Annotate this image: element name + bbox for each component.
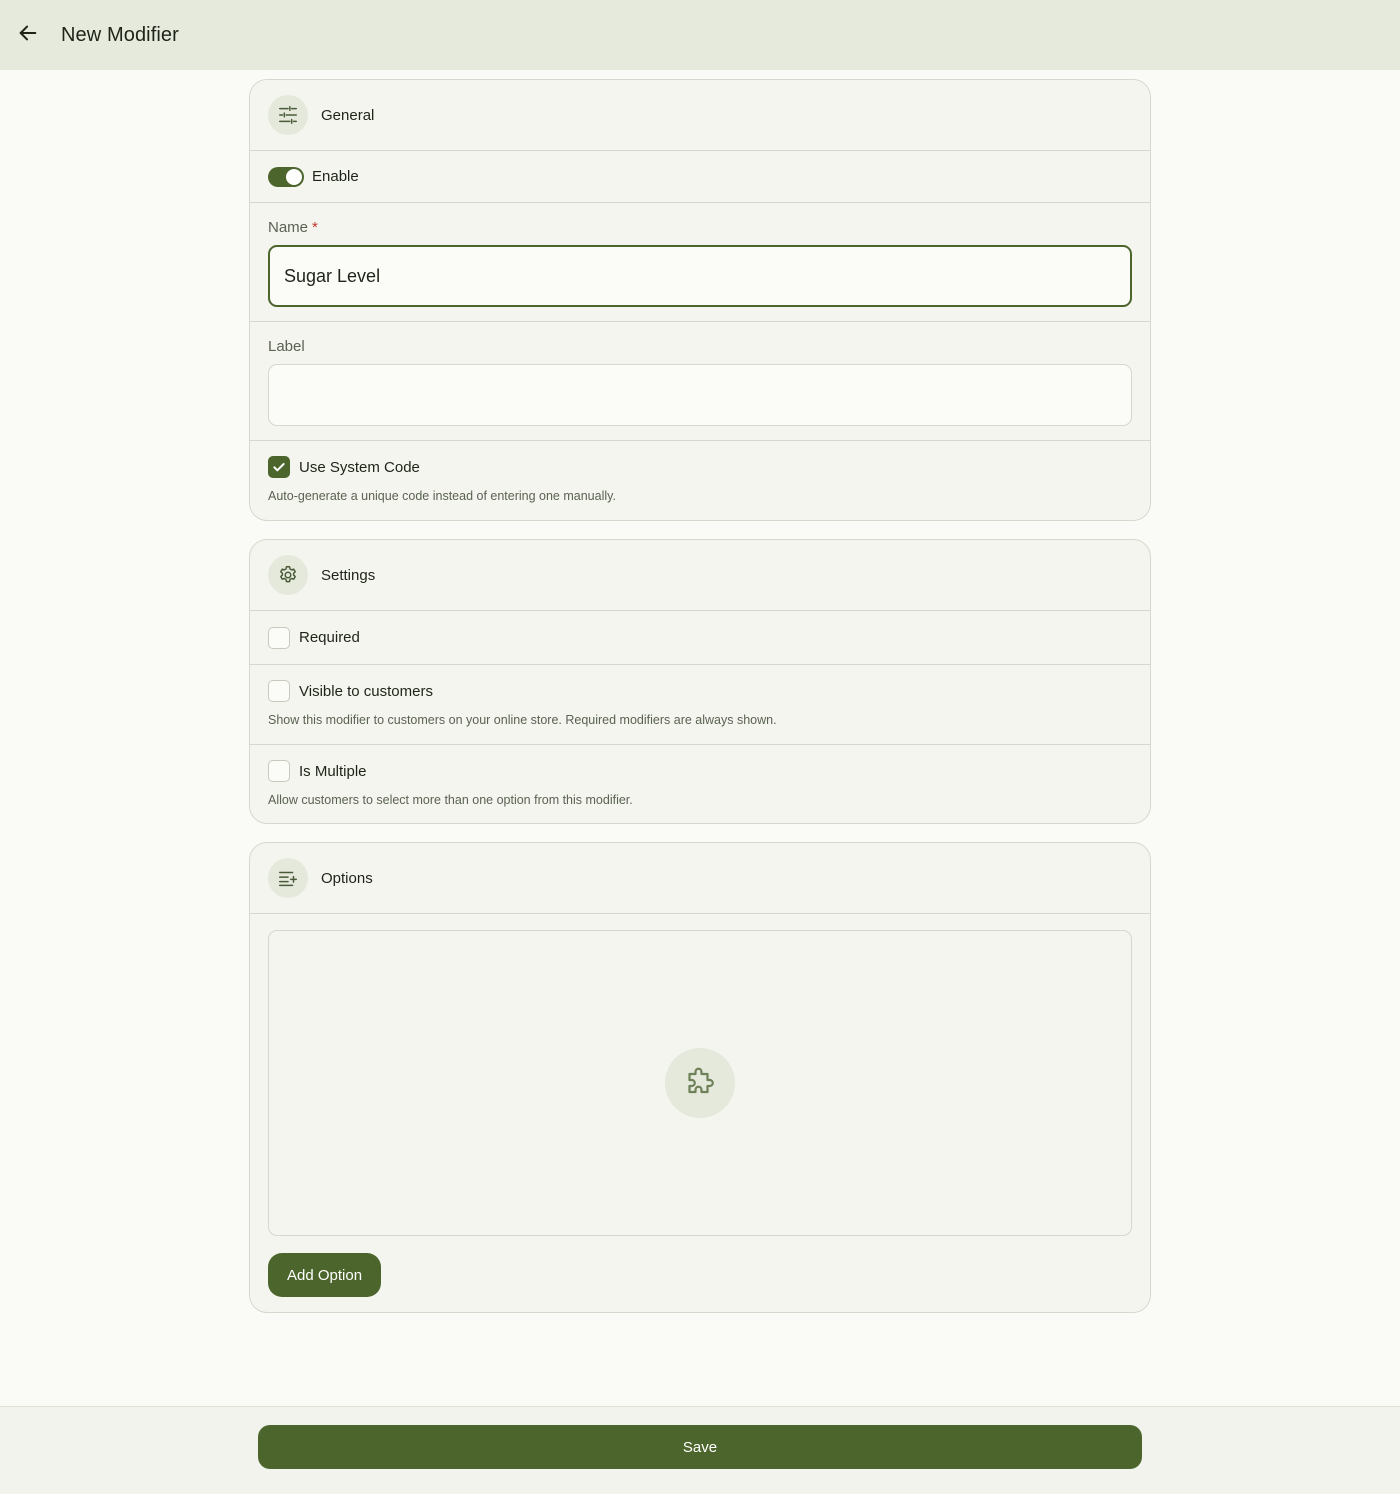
settings-card-title: Settings: [321, 566, 376, 584]
visible-to-customers-checkbox[interactable]: [268, 680, 290, 702]
sliders-icon: [268, 95, 308, 135]
name-field-label: Name *: [268, 219, 1132, 236]
required-label: Required: [299, 629, 360, 646]
enable-label: Enable: [312, 168, 359, 185]
visible-to-customers-hint: Show this modifier to customers on your …: [268, 713, 777, 727]
use-system-code-checkbox[interactable]: [268, 456, 290, 478]
options-card-title: Options: [321, 869, 373, 887]
label-input[interactable]: [268, 364, 1132, 426]
is-multiple-hint: Allow customers to select more than one …: [268, 793, 633, 807]
visible-row: Visible to customers Show this modifier …: [250, 665, 1150, 745]
system-code-row: Use System Code Auto-generate a unique c…: [250, 441, 1150, 503]
options-empty-state: [268, 930, 1132, 1236]
enable-toggle[interactable]: [268, 166, 304, 187]
arrow-left-icon: [17, 22, 39, 49]
list-add-icon: [268, 858, 308, 898]
is-multiple-label: Is Multiple: [299, 762, 367, 780]
required-checkbox[interactable]: [268, 626, 290, 649]
options-card-header: Options: [250, 843, 1150, 914]
toggle-knob: [286, 168, 302, 185]
required-row: Required: [250, 611, 1150, 665]
back-button[interactable]: [10, 17, 46, 53]
puzzle-icon: [665, 1048, 735, 1118]
system-code-check-line: Use System Code: [268, 456, 1132, 478]
settings-card: Settings Required Visible to customers S…: [249, 539, 1151, 824]
general-card-title: General: [321, 106, 375, 124]
general-card-header: General: [250, 80, 1150, 151]
top-app-bar: New Modifier: [0, 0, 1400, 70]
use-system-code-label: Use System Code: [299, 458, 420, 476]
visible-to-customers-label: Visible to customers: [299, 682, 433, 700]
multiple-row: Is Multiple Allow customers to select mo…: [250, 745, 1150, 807]
required-asterisk: *: [312, 219, 318, 236]
options-card: Options Add Option: [249, 842, 1151, 1313]
label-row: Label: [250, 322, 1150, 441]
required-check-line: Required: [268, 626, 360, 649]
is-multiple-checkbox[interactable]: [268, 760, 290, 782]
name-label-text: Name: [268, 219, 309, 236]
gear-icon: [268, 555, 308, 595]
settings-card-header: Settings: [250, 540, 1150, 611]
name-row: Name *: [250, 203, 1150, 322]
visible-check-line: Visible to customers: [268, 680, 1132, 702]
enable-row: Enable: [250, 151, 1150, 203]
check-icon: [273, 463, 285, 472]
multiple-check-line: Is Multiple: [268, 760, 1132, 782]
label-field-label: Label: [268, 338, 305, 355]
name-input[interactable]: [268, 245, 1132, 307]
add-option-button[interactable]: Add Option: [268, 1253, 382, 1297]
use-system-code-hint: Auto-generate a unique code instead of e…: [268, 489, 616, 503]
save-button[interactable]: Save: [258, 1425, 1142, 1469]
general-card: General Enable Name* Label Use System Co…: [249, 79, 1151, 521]
bottom-action-bar: Save: [0, 1406, 1400, 1494]
page-title: New Modifier: [61, 23, 179, 46]
options-body: Add Option: [250, 914, 1150, 1297]
